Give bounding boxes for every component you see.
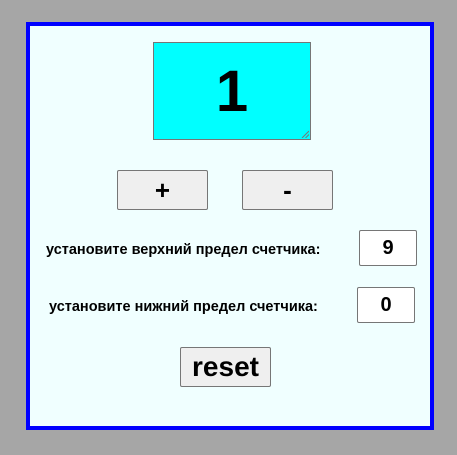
lower-limit-label: установите нижний предел счетчика: xyxy=(49,299,318,315)
upper-limit-label: установите верхний предел счетчика: xyxy=(46,242,321,258)
resize-grip-icon[interactable] xyxy=(301,130,309,138)
counter-display[interactable]: 1 xyxy=(153,42,311,140)
increment-button[interactable]: + xyxy=(117,170,208,210)
reset-button[interactable]: reset xyxy=(180,347,271,387)
decrement-button[interactable]: - xyxy=(242,170,333,210)
upper-limit-input[interactable] xyxy=(359,230,417,266)
lower-limit-input[interactable] xyxy=(357,287,415,323)
counter-panel: 1 + - установите верхний предел счетчика… xyxy=(26,22,434,430)
counter-value: 1 xyxy=(215,58,249,124)
